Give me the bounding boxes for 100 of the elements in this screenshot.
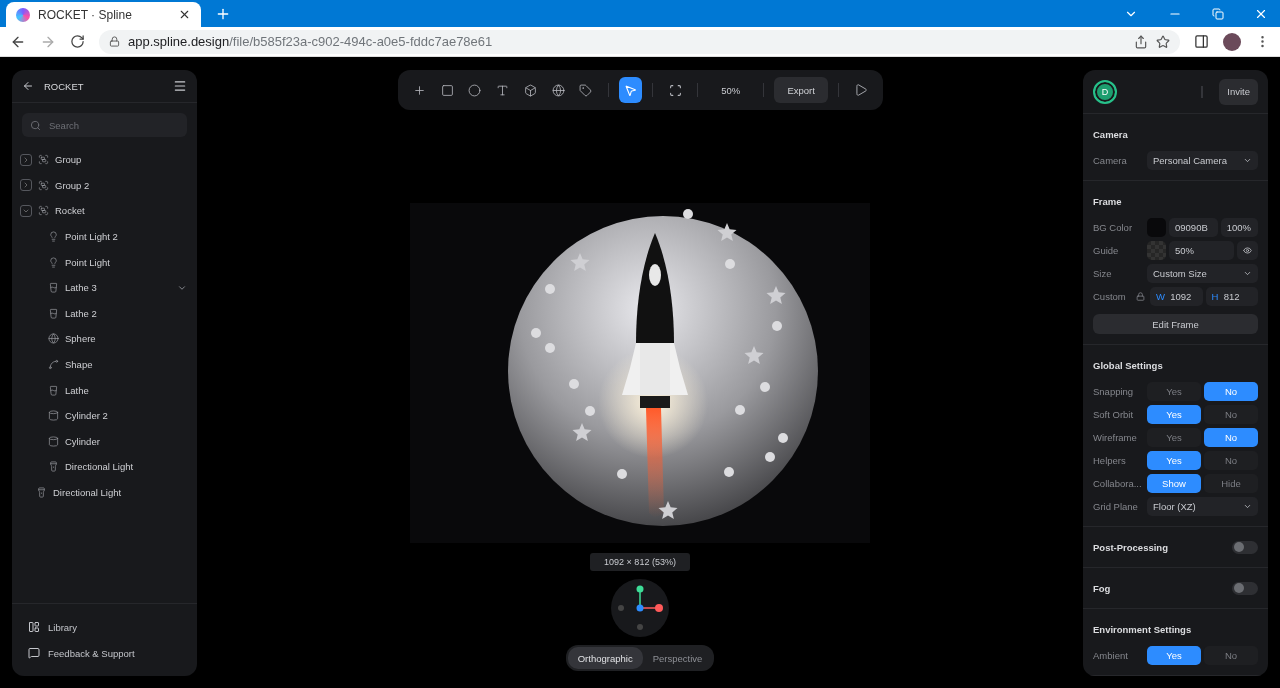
cup-icon [48,307,59,319]
cup-icon [48,282,59,294]
cup-icon [48,384,59,396]
property-label: Guide [1093,245,1120,256]
view-mode-tab[interactable]: Orthographic [567,647,643,669]
tree-item[interactable]: Cylinder [12,428,197,455]
zoom-level[interactable]: 50% [707,84,754,96]
height-field[interactable]: H 812 [1205,287,1258,306]
side-panel-icon[interactable] [1194,34,1209,49]
close-icon[interactable] [178,8,191,21]
edit-frame-button[interactable]: Edit Frame [1093,314,1258,334]
view-mode-tab[interactable]: Perspective [642,647,713,669]
dropdown[interactable]: Personal Camera [1147,151,1258,170]
flashlight-icon [36,487,47,498]
segment-option[interactable]: No [1204,405,1258,424]
frame-size-label: 1092 × 812 (53%) [590,553,690,571]
group-icon [38,179,49,191]
share-icon[interactable] [1134,34,1148,49]
tree-item[interactable]: Point Light [12,249,197,275]
property-label: Ambient [1093,650,1129,661]
toggle-switch[interactable] [1232,581,1258,595]
property-label: Helpers [1093,455,1127,466]
lightbulb-icon [48,231,59,243]
curve-icon [48,359,59,371]
expand-icon[interactable] [20,153,32,166]
section-title: Fog [1093,582,1111,594]
bookmark-star-icon[interactable] [1156,34,1170,49]
section-title: Global Settings [1093,359,1163,371]
segment-option[interactable]: No [1204,451,1258,470]
browser-tab[interactable]: ROCKET · Spline [6,2,201,27]
footer-link[interactable]: Feedback & Support [12,640,197,666]
axis-gizmo-drawing[interactable] [611,579,669,637]
new-tab-icon[interactable] [215,6,231,22]
cylinder-icon [48,410,59,422]
hex-field[interactable]: 09090B [1169,218,1218,237]
section-title: Environment Settings [1093,623,1192,635]
expand-icon[interactable] [20,179,32,192]
cylinder-icon [48,435,59,447]
eye-icon[interactable] [1237,241,1258,260]
lock-icon [109,36,120,47]
chat-icon [28,647,40,659]
chevron-icon [1243,269,1252,278]
restore-icon[interactable] [1212,8,1224,20]
tree-item[interactable]: Cylinder 2 [12,402,197,429]
guide-swatch[interactable] [1147,241,1166,260]
tree-item[interactable]: Point Light 2 [12,223,197,250]
tree-item[interactable]: Sphere [12,326,197,352]
toggle-switch[interactable] [1232,540,1258,554]
section-title: Frame [1093,195,1122,207]
tree-item[interactable]: Lathe 3 [12,274,197,301]
tree-item[interactable]: Directional Light [12,479,197,506]
width-field[interactable]: W 1092 [1150,287,1203,306]
dropdown[interactable]: Custom Size [1147,264,1258,283]
collapse-icon[interactable] [20,205,32,217]
profile-avatar[interactable] [1223,32,1241,51]
back-icon[interactable] [22,80,34,92]
group-icon [38,154,49,166]
file-title: ROCKET [44,80,85,92]
section-title: Camera [1093,128,1128,140]
property-label: Soft Orbit [1093,409,1135,420]
tree-item[interactable]: Lathe [12,377,197,403]
reload-icon[interactable] [70,34,85,49]
tree-item[interactable]: Rocket [12,198,197,224]
invite-button[interactable]: Invite [1219,78,1258,105]
tree-item[interactable]: Shape [12,351,197,378]
tree-item[interactable]: Lathe 2 [12,300,197,327]
footer-link[interactable]: Library [12,614,197,640]
section-title: Post-Processing [1093,541,1168,553]
property-label: Grid Plane [1093,501,1139,512]
opacity-field[interactable]: 100% [1220,218,1258,237]
property-label: Size [1093,268,1113,279]
property-label: Snapping [1093,386,1135,397]
tree-item[interactable]: Directional Light [12,454,197,480]
segment-option[interactable]: No [1204,646,1258,665]
menu-icon[interactable] [173,79,187,93]
search-icon [30,119,41,131]
export-button[interactable]: Export [774,77,828,103]
tree-item[interactable]: Group 2 [12,172,197,199]
segment-option[interactable]: Yes [1147,428,1201,447]
property-label: Collabora... [1093,478,1143,489]
property-label: BG Color [1093,222,1134,233]
lock-icon[interactable] [1136,292,1145,301]
spline-logo-icon [16,7,30,22]
guide-field[interactable]: 50% [1169,241,1234,260]
address-bar[interactable]: app.spline.design/file/b585f23a-c902-494c-a0e5-fddc7ae78e61 [99,29,1180,54]
library-icon [28,621,40,633]
property-label: Camera [1093,155,1128,166]
chevron-icon [1243,156,1252,165]
pointer-tool-button[interactable] [618,77,643,103]
lightbulb-icon [48,256,59,268]
segment-option[interactable]: Hide [1204,474,1258,493]
segment-option[interactable]: Yes [1147,382,1201,401]
property-label: Wireframe [1093,432,1138,443]
flashlight-icon [48,461,59,473]
property-label: Custom [1093,291,1127,302]
chevron-icon [1243,502,1252,511]
tree-item[interactable]: Group [12,147,197,173]
sphere-icon [48,333,59,345]
dropdown[interactable]: Floor (XZ) [1147,497,1258,516]
user-avatar: D [1093,79,1117,104]
